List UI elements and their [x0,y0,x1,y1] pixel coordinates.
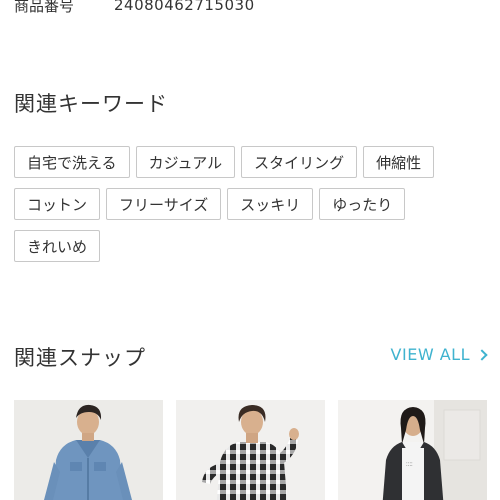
dark-jacket-photo: :::: [338,400,487,500]
snap-thumbnail-list: :::: [14,400,487,500]
keyword-tag[interactable]: コットン [14,188,101,220]
related-snaps-title: 関連スナップ [14,346,146,370]
chevron-right-icon [476,349,488,361]
plaid-shirt-photo [176,400,325,500]
product-number-value: 24080462715030 [114,0,255,14]
snap-thumbnail[interactable]: :::: [338,400,487,500]
keyword-tag[interactable]: 自宅で洗える [14,146,130,178]
keyword-tag[interactable]: スタイリング [241,146,358,178]
snap-thumbnail[interactable] [176,400,325,500]
keyword-tag[interactable]: 伸縮性 [363,146,435,178]
product-number-label: 商品番号 [14,0,75,15]
keyword-tag[interactable]: フリーサイズ [106,188,222,220]
keyword-tag[interactable]: スッキリ [227,188,314,220]
keyword-tag[interactable]: きれいめ [14,230,101,262]
keyword-tag-list: 自宅で洗える カジュアル スタイリング 伸縮性 コットン フリーサイズ スッキリ… [14,146,486,262]
product-number-row: 商品番号 24080462715030 [14,0,255,16]
denim-shirt-photo [14,400,163,500]
keyword-tag[interactable]: ゆったり [319,188,406,220]
related-keywords-title: 関連キーワード [14,92,168,116]
snap-thumbnail[interactable] [14,400,163,500]
svg-text:::::: :::: [406,462,413,468]
view-all-link[interactable]: VIEW ALL [390,345,488,364]
view-all-label: VIEW ALL [390,345,470,364]
keyword-tag[interactable]: カジュアル [135,146,236,178]
